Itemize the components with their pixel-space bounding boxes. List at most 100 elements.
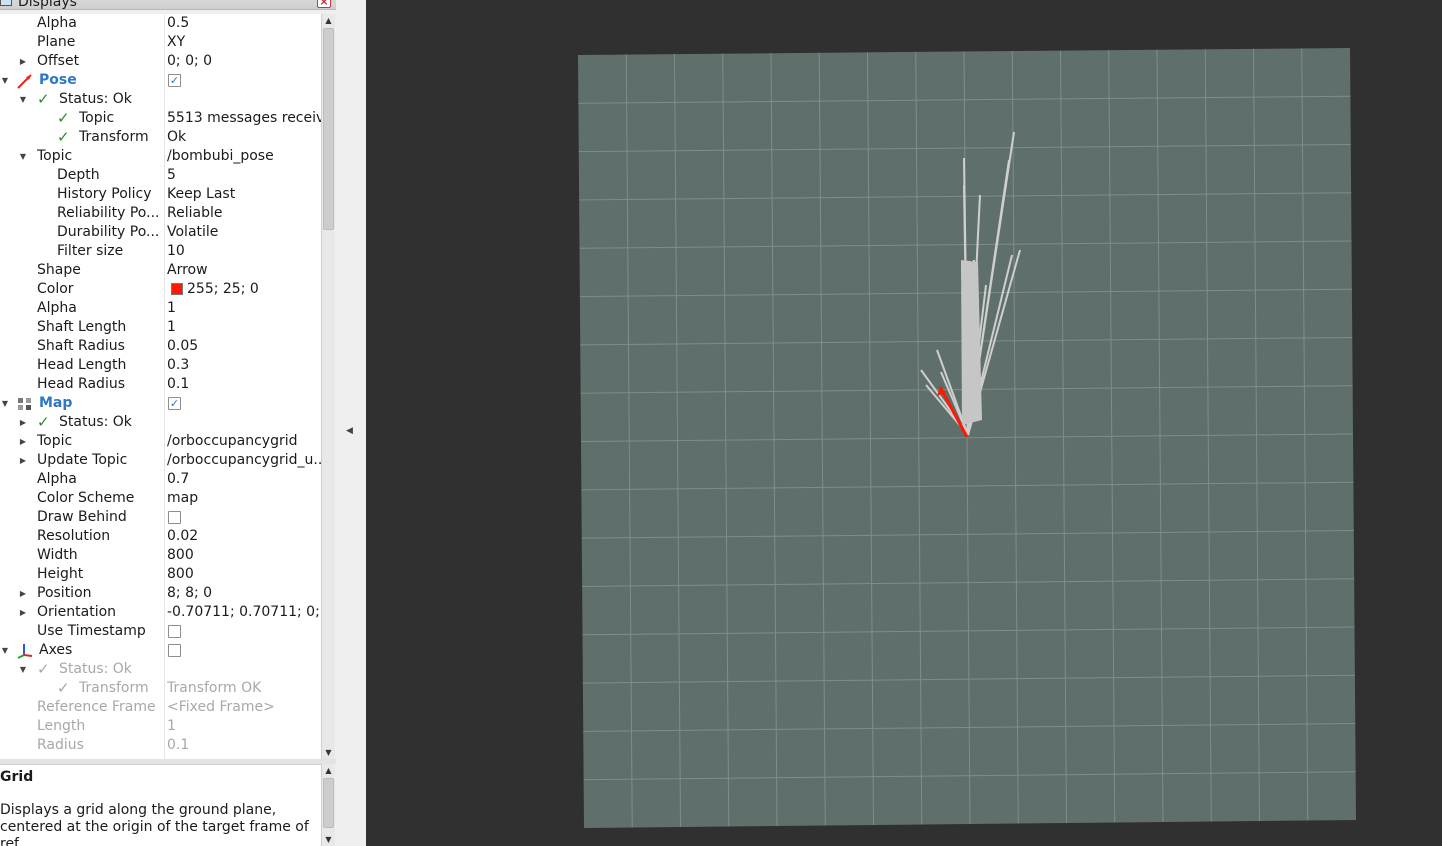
- property-value[interactable]: 0.1: [167, 375, 321, 394]
- expand-arrow-icon[interactable]: ▶: [18, 52, 28, 71]
- display-item-map[interactable]: ▼ Map ✓: [0, 394, 321, 413]
- close-icon[interactable]: ×: [317, 0, 331, 8]
- scroll-down-icon[interactable]: ▼: [322, 746, 335, 759]
- property-value[interactable]: 1: [167, 318, 321, 337]
- tree-row[interactable]: History Policy Keep Last: [0, 185, 321, 204]
- render-viewport[interactable]: [366, 0, 1442, 846]
- tree-row[interactable]: ✓ Transform Transform OK: [0, 679, 321, 698]
- tree-row[interactable]: Filter size 10: [0, 242, 321, 261]
- tree-row[interactable]: ▶ Update Topic /orboccupancygrid_u...: [0, 451, 321, 470]
- tree-row[interactable]: Color 255; 25; 0: [0, 280, 321, 299]
- property-value[interactable]: Reliable: [167, 204, 321, 223]
- collapse-arrow-icon[interactable]: ▼: [18, 90, 28, 109]
- use-timestamp-checkbox[interactable]: [168, 625, 181, 638]
- tree-row[interactable]: Color Scheme map: [0, 489, 321, 508]
- property-value[interactable]: 10: [167, 242, 321, 261]
- color-swatch[interactable]: [171, 283, 183, 295]
- scrollbar-thumb[interactable]: [323, 778, 334, 828]
- tree-row[interactable]: Use Timestamp: [0, 622, 321, 641]
- tree-row[interactable]: ▶ ✓ Status: Ok: [0, 413, 321, 432]
- tree-row[interactable]: Width 800: [0, 546, 321, 565]
- property-name: Head Radius: [37, 376, 125, 392]
- tree-row[interactable]: Durability Po... Volatile: [0, 223, 321, 242]
- scroll-down-icon[interactable]: ▼: [322, 833, 335, 846]
- tree-row[interactable]: Head Length 0.3: [0, 356, 321, 375]
- property-value[interactable]: 0.1: [167, 736, 321, 755]
- dock-collapse-handle[interactable]: ◀: [336, 0, 366, 846]
- tree-row[interactable]: ▶ Position 8; 8; 0: [0, 584, 321, 603]
- property-value[interactable]: 0.7: [167, 470, 321, 489]
- tree-row[interactable]: ▶ Topic /orboccupancygrid: [0, 432, 321, 451]
- property-value[interactable]: Arrow: [167, 261, 321, 280]
- tree-row[interactable]: Shaft Length 1: [0, 318, 321, 337]
- property-name: Durability Po...: [57, 224, 160, 240]
- help-scrollbar[interactable]: ▲ ▼: [321, 764, 335, 846]
- tree-row[interactable]: ▼ ✓ Status: Ok: [0, 660, 321, 679]
- tree-row[interactable]: Height 800: [0, 565, 321, 584]
- property-value[interactable]: map: [167, 489, 321, 508]
- tree-row[interactable]: Reference Frame <Fixed Frame>: [0, 698, 321, 717]
- tree-row[interactable]: ▶ Offset 0; 0; 0: [0, 52, 321, 71]
- expand-arrow-icon[interactable]: ▶: [18, 451, 28, 470]
- 3d-scene[interactable]: [366, 0, 1442, 846]
- tree-row[interactable]: Shaft Radius 0.05: [0, 337, 321, 356]
- expand-arrow-icon[interactable]: ▶: [18, 432, 28, 451]
- property-value[interactable]: 0.05: [167, 337, 321, 356]
- collapse-arrow-icon[interactable]: ▼: [18, 147, 28, 166]
- property-value[interactable]: 0; 0; 0: [167, 52, 321, 71]
- expand-arrow-icon[interactable]: ▶: [18, 603, 28, 622]
- tree-row[interactable]: Alpha 1: [0, 299, 321, 318]
- tree-row[interactable]: ▼ Topic /bombubi_pose: [0, 147, 321, 166]
- expand-arrow-icon[interactable]: ▶: [18, 413, 28, 432]
- property-value[interactable]: 255; 25; 0: [187, 280, 321, 299]
- property-value[interactable]: 1: [167, 717, 321, 736]
- display-name: Axes: [39, 642, 73, 658]
- property-value: -0.70711; 0.70711; 0; 0: [167, 604, 321, 620]
- property-value[interactable]: XY: [167, 33, 321, 52]
- scroll-up-icon[interactable]: ▲: [322, 764, 335, 777]
- tree-row[interactable]: Reliability Po... Reliable: [0, 204, 321, 223]
- monitor-icon: [0, 0, 12, 6]
- draw-behind-checkbox[interactable]: [168, 511, 181, 524]
- expand-arrow-icon[interactable]: ▶: [18, 584, 28, 603]
- tree-row[interactable]: Depth 5: [0, 166, 321, 185]
- tree-scrollbar[interactable]: ▲ ▼: [321, 14, 335, 759]
- property-value[interactable]: 1: [167, 299, 321, 318]
- property-value[interactable]: /orboccupancygrid: [167, 432, 321, 451]
- scrollbar-thumb[interactable]: [323, 28, 334, 230]
- property-value[interactable]: 0.5: [167, 14, 321, 33]
- collapse-arrow-icon[interactable]: ▼: [0, 641, 10, 660]
- tree-row[interactable]: Alpha 0.7: [0, 470, 321, 489]
- tree-row[interactable]: Radius 0.1: [0, 736, 321, 755]
- property-value[interactable]: /orboccupancygrid_u...: [167, 451, 321, 470]
- collapse-arrow-icon[interactable]: ▼: [0, 71, 10, 90]
- property-value[interactable]: <Fixed Frame>: [167, 698, 321, 717]
- property-value[interactable]: Keep Last: [167, 185, 321, 204]
- collapse-arrow-icon[interactable]: ▼: [18, 660, 28, 679]
- display-item-axes[interactable]: ▼ Axes: [0, 641, 321, 660]
- tree-row[interactable]: ✓ Topic 5513 messages receiv.: [0, 109, 321, 128]
- tree-row[interactable]: Length 1: [0, 717, 321, 736]
- property-value[interactable]: Volatile: [167, 223, 321, 242]
- tree-row[interactable]: Plane XY: [0, 33, 321, 52]
- scroll-up-icon[interactable]: ▲: [322, 14, 335, 27]
- property-name: Width: [37, 547, 78, 563]
- property-value[interactable]: 5: [167, 166, 321, 185]
- tree-row[interactable]: ✓ Transform Ok: [0, 128, 321, 147]
- tree-row[interactable]: ▶ Orientation -0.70711; 0.70711; 0; 0: [0, 603, 321, 622]
- tree-row[interactable]: ▼ ✓ Status: Ok: [0, 90, 321, 109]
- enable-checkbox[interactable]: [168, 644, 181, 657]
- property-name: Filter size: [57, 243, 124, 259]
- enable-checkbox[interactable]: ✓: [168, 74, 181, 87]
- property-value[interactable]: 0.3: [167, 356, 321, 375]
- tree-row[interactable]: Shape Arrow: [0, 261, 321, 280]
- tree-row[interactable]: Alpha 0.5: [0, 14, 321, 33]
- collapse-arrow-icon[interactable]: ▼: [0, 394, 10, 413]
- display-item-pose[interactable]: ▼ Pose ✓: [0, 71, 321, 90]
- property-value[interactable]: /bombubi_pose: [167, 147, 321, 166]
- enable-checkbox[interactable]: ✓: [168, 397, 181, 410]
- tree-row[interactable]: Resolution 0.02: [0, 527, 321, 546]
- tree-row[interactable]: Head Radius 0.1: [0, 375, 321, 394]
- tree-row[interactable]: Draw Behind: [0, 508, 321, 527]
- collapse-left-icon[interactable]: ◀: [346, 426, 353, 436]
